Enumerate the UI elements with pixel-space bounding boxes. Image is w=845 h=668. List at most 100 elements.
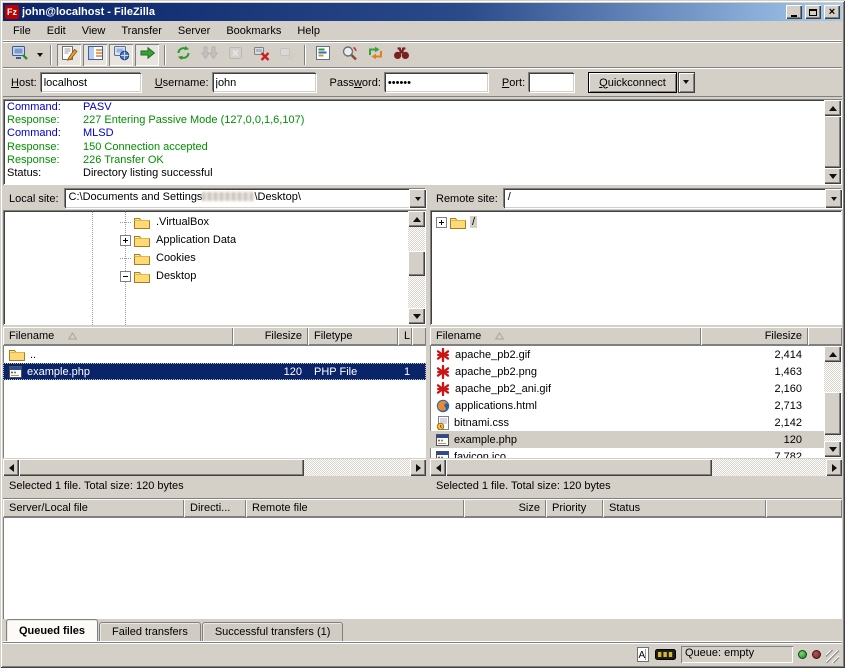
expand-icon[interactable] — [436, 217, 447, 228]
column-header-directi[interactable]: Directi... — [184, 499, 246, 517]
file-row-bitnami-css[interactable]: bitnami.css2,142 — [430, 414, 825, 431]
column-header-filesize[interactable]: Filesize — [701, 327, 808, 345]
scroll-track[interactable] — [824, 116, 841, 168]
scroll-left-button[interactable] — [3, 459, 19, 476]
maximize-button[interactable] — [805, 5, 821, 19]
host-input[interactable] — [41, 73, 141, 92]
refresh-button[interactable] — [171, 44, 195, 66]
quickconnect-bar: Host: Username: Password: Port: Quickcon… — [3, 68, 842, 97]
scroll-thumb[interactable] — [446, 459, 712, 476]
file-row-apache-pb2-png[interactable]: apache_pb2.png1,463 — [430, 363, 825, 380]
tab-failed-transfers[interactable]: Failed transfers — [99, 622, 201, 641]
scroll-left-button[interactable] — [430, 459, 446, 476]
file-row-apache-pb2-ani-gif[interactable]: apache_pb2_ani.gif2,160 — [430, 380, 825, 397]
column-header-priority[interactable]: Priority — [546, 499, 603, 517]
tab-queued-files[interactable]: Queued files — [6, 619, 98, 641]
menu-item-transfer[interactable]: Transfer — [113, 22, 170, 40]
scroll-up-button[interactable] — [408, 211, 425, 227]
local-hscrollbar[interactable] — [3, 459, 426, 476]
scroll-thumb[interactable] — [824, 116, 841, 168]
remote-list-scrollbar[interactable] — [824, 346, 841, 457]
tree-item-application-data[interactable]: Application Data — [3, 231, 426, 249]
menu-bar: FileEditViewTransferServerBookmarksHelp — [3, 21, 842, 41]
tree-item-cookies[interactable]: Cookies — [3, 249, 426, 267]
quickconnect-button[interactable]: Quickconnect — [588, 72, 677, 93]
synchronized-browsing-button[interactable] — [363, 44, 387, 66]
scroll-up-button[interactable] — [824, 100, 841, 116]
collapse-icon[interactable] — [120, 271, 131, 282]
scroll-track[interactable] — [446, 459, 826, 476]
remote-site-dropdown-button[interactable] — [825, 189, 842, 208]
queue-header: Server/Local fileDirecti...Remote file Si… — [3, 498, 842, 517]
remote-hscrollbar[interactable] — [430, 459, 842, 476]
log-line-label: Status: — [7, 167, 83, 180]
column-header-size[interactable]: Size — [464, 499, 546, 517]
column-header-server-local-file[interactable]: Server/Local file — [3, 499, 184, 517]
toggle-remote-tree-button[interactable] — [109, 44, 133, 66]
username-input[interactable] — [213, 73, 316, 92]
resize-grip[interactable] — [826, 650, 839, 663]
scroll-right-button[interactable] — [410, 459, 426, 476]
close-button[interactable]: × — [824, 5, 840, 19]
local-site-dropdown-button[interactable] — [409, 189, 426, 208]
scroll-thumb[interactable] — [408, 251, 425, 275]
file-row-favicon-ico[interactable]: favicon.ico7,782 — [430, 448, 825, 458]
column-header-filename[interactable]: Filename — [3, 327, 233, 345]
tree-item-blank[interactable]: / — [430, 213, 842, 231]
remote-tree-items: / — [430, 213, 842, 231]
menu-item-server[interactable]: Server — [170, 22, 218, 40]
file-row-apache-pb2-gif[interactable]: apache_pb2.gif2,414 — [430, 346, 825, 363]
scroll-down-button[interactable] — [408, 308, 425, 324]
file-row-example-php[interactable]: example.php120PHP File1 — [3, 363, 426, 380]
local-tree-scrollbar[interactable] — [408, 211, 425, 324]
expand-icon[interactable] — [120, 235, 131, 246]
scroll-track[interactable] — [824, 362, 841, 441]
file-cell: apache_pb2.gif — [430, 346, 701, 363]
local-site-combo[interactable]: C:\Documents and Settings\Desktop\ — [65, 189, 426, 208]
toggle-local-tree-button[interactable] — [83, 44, 107, 66]
column-header-filename[interactable]: Filename — [430, 327, 701, 345]
toggle-message-log-button[interactable] — [57, 44, 81, 66]
column-header-label: Size — [519, 502, 540, 514]
password-input[interactable] — [385, 73, 488, 92]
scroll-down-button[interactable] — [824, 168, 841, 184]
disconnect-button[interactable] — [249, 44, 273, 66]
scroll-right-button[interactable] — [826, 459, 842, 476]
minimize-button[interactable] — [786, 5, 802, 19]
toggle-queue-button[interactable] — [135, 44, 159, 66]
scroll-thumb[interactable] — [19, 459, 304, 476]
menu-item-view[interactable]: View — [74, 22, 114, 40]
file-row-example-php[interactable]: example.php120 — [430, 431, 825, 448]
tab-successful-transfers-1[interactable]: Successful transfers (1) — [202, 622, 344, 641]
scroll-thumb[interactable] — [824, 392, 841, 435]
file-row-blank[interactable]: .. — [3, 346, 426, 363]
tree-item-label: Desktop — [154, 270, 198, 282]
menu-item-bookmarks[interactable]: Bookmarks — [218, 22, 289, 40]
tree-item-desktop[interactable]: Desktop — [3, 267, 426, 285]
directory-comparison-button[interactable] — [337, 44, 361, 66]
menu-item-edit[interactable]: Edit — [39, 22, 74, 40]
layout-icon — [87, 45, 104, 64]
host-label: Host: — [11, 77, 37, 89]
directory-filters-button[interactable] — [311, 44, 335, 66]
site-manager-button[interactable] — [8, 44, 32, 66]
scroll-track[interactable] — [408, 227, 425, 308]
column-header-filesize[interactable]: Filesize — [233, 327, 308, 345]
quickconnect-dropdown-button[interactable] — [678, 72, 695, 93]
column-header-status[interactable]: Status — [603, 499, 766, 517]
find-files-button[interactable] — [389, 44, 413, 66]
column-header-l[interactable]: L — [398, 327, 412, 345]
log-scrollbar[interactable] — [824, 100, 841, 184]
remote-site-combo[interactable]: / — [504, 189, 842, 208]
file-row-applications-html[interactable]: applications.html2,713 — [430, 397, 825, 414]
scroll-track[interactable] — [19, 459, 410, 476]
scroll-down-button[interactable] — [824, 441, 841, 457]
site-manager-dropdown-button[interactable] — [33, 44, 46, 66]
column-header-filetype[interactable]: Filetype — [308, 327, 398, 345]
menu-item-help[interactable]: Help — [289, 22, 328, 40]
menu-item-file[interactable]: File — [5, 22, 39, 40]
port-input[interactable] — [529, 73, 574, 92]
column-header-remote-file[interactable]: Remote file — [246, 499, 464, 517]
tree-item-virtualbox[interactable]: .VirtualBox — [3, 213, 426, 231]
scroll-up-button[interactable] — [824, 346, 841, 362]
